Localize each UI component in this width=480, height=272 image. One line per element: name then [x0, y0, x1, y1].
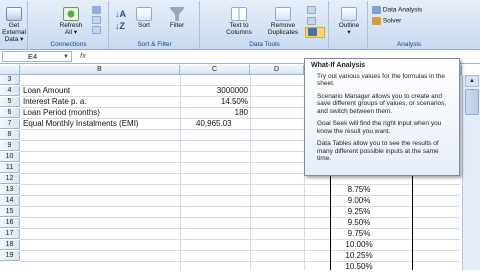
consolidate-icon — [307, 17, 316, 25]
sort-za-icon[interactable]: ↓Z — [115, 21, 125, 31]
data-analysis-icon — [372, 6, 381, 14]
ribbon: Get External Data ▾ Refresh All ▾ Connec… — [0, 0, 480, 50]
get-external-data-button[interactable]: Get External Data ▾ — [1, 7, 27, 43]
select-all-corner[interactable] — [0, 65, 20, 75]
cell-emi-value[interactable]: 40,965.03 — [196, 119, 232, 129]
cell-rate[interactable]: 10.25% — [306, 251, 412, 261]
database-icon — [6, 7, 22, 21]
cell-rate[interactable]: 9.75% — [306, 229, 412, 239]
refresh-icon — [63, 7, 79, 21]
cell-loan-amount-value[interactable]: 3000000 — [180, 86, 248, 96]
outline-icon — [341, 7, 357, 21]
cell-loan-period-value[interactable]: 180 — [180, 108, 248, 118]
row-header[interactable]: 11 — [0, 163, 20, 173]
tooltip-paragraph: Try out various values for the formulas … — [317, 72, 446, 88]
row-header[interactable]: 10 — [0, 152, 20, 162]
connections-icon — [92, 6, 101, 14]
tooltip-paragraph: Data Tables allow you to see the results… — [317, 140, 439, 162]
outline-group: Outline ▾ — [330, 1, 368, 49]
cell-emi-label[interactable]: Equal Monthly Instalments (EMI) — [23, 119, 139, 129]
row-header[interactable]: 3 — [0, 75, 20, 85]
column-header-d[interactable]: D — [250, 65, 304, 75]
text-to-columns-icon — [231, 7, 247, 21]
outline-button[interactable]: Outline ▾ — [334, 7, 364, 36]
name-box[interactable]: E4 ▼ — [2, 51, 72, 62]
sort-filter-group-label: Sort & Filter — [137, 41, 172, 48]
cell-rate[interactable]: 10.00% — [306, 240, 412, 250]
row-header[interactable]: 17 — [0, 229, 20, 239]
sort-icon — [136, 7, 152, 21]
fx-icon[interactable]: fx — [80, 51, 86, 60]
analysis-group: Data Analysis Solver Analysis — [369, 1, 449, 49]
row-header[interactable]: 5 — [0, 97, 20, 107]
data-validation-small-button[interactable] — [307, 6, 316, 14]
data-tools-group: Text to Columns Remove Duplicates Data T… — [201, 1, 329, 49]
sort-az-icon[interactable]: ↓A — [115, 9, 126, 19]
data-validation-icon — [307, 6, 316, 14]
chevron-down-icon[interactable]: ▼ — [63, 52, 69, 62]
analysis-group-label: Analysis — [396, 41, 422, 48]
sort-filter-group: ↓A ↓Z Sort Filter Sort & Filter — [110, 1, 200, 49]
row-header[interactable]: 6 — [0, 108, 20, 118]
what-if-analysis-icon — [308, 28, 317, 36]
cell-rate[interactable]: 9.25% — [306, 207, 412, 217]
consolidate-small-button[interactable] — [307, 17, 316, 25]
cell-loan-amount-label[interactable]: Loan Amount — [23, 86, 70, 96]
remove-duplicates-button[interactable]: Remove Duplicates — [263, 7, 303, 36]
cell-rate[interactable]: 10.50% — [306, 262, 412, 272]
row-header[interactable]: 15 — [0, 207, 20, 217]
row-header[interactable]: 18 — [0, 240, 20, 250]
row-header[interactable]: 8 — [0, 130, 20, 140]
connections-group-label: Connections — [50, 41, 87, 48]
cell-rate[interactable]: 8.75% — [306, 185, 412, 195]
edit-links-small-button[interactable] — [92, 26, 101, 34]
what-if-analysis-button[interactable] — [305, 27, 325, 38]
column-header-c[interactable]: C — [180, 65, 250, 75]
row-header[interactable]: 19 — [0, 251, 20, 261]
row-header[interactable]: 7 — [0, 119, 20, 129]
get-external-data-group: Get External Data ▾ — [0, 1, 28, 49]
filter-button[interactable]: Filter — [165, 7, 189, 29]
row-header[interactable]: 13 — [0, 185, 20, 195]
cell-rate[interactable]: 9.00% — [306, 196, 412, 206]
column-header-b[interactable]: B — [20, 65, 180, 75]
connections-group: Refresh All ▾ Connections — [29, 1, 109, 49]
row-header[interactable]: 12 — [0, 174, 20, 184]
row-header[interactable]: 14 — [0, 196, 20, 206]
refresh-all-button[interactable]: Refresh All ▾ — [59, 7, 83, 36]
properties-icon — [92, 16, 101, 24]
solver-button[interactable]: Solver — [372, 17, 401, 25]
row-header[interactable]: 9 — [0, 141, 20, 151]
cell-loan-period-label[interactable]: Loan Period (months) — [23, 108, 100, 118]
scroll-up-icon[interactable]: ▲ — [465, 75, 479, 87]
connections-small-button[interactable] — [92, 6, 101, 14]
tooltip-title: What-If Analysis — [311, 62, 366, 69]
properties-small-button[interactable] — [92, 16, 101, 24]
vertical-scrollbar[interactable]: ▲ — [462, 75, 480, 270]
data-tools-group-label: Data Tools — [249, 41, 280, 48]
row-header[interactable]: 4 — [0, 86, 20, 96]
what-if-analysis-tooltip: What-If Analysis Try out various values … — [304, 58, 460, 176]
cell-rate[interactable]: 9.50% — [306, 218, 412, 228]
tooltip-paragraph: Goal Seek will find the right input when… — [317, 120, 442, 135]
row-header[interactable]: 16 — [0, 218, 20, 228]
tooltip-paragraph: Scenario Manager allows you to create an… — [317, 92, 447, 115]
filter-funnel-icon — [169, 7, 185, 21]
remove-duplicates-icon — [275, 7, 291, 21]
cell-interest-rate-value[interactable]: 14.50% — [180, 97, 248, 107]
scrollbar-thumb[interactable] — [465, 89, 479, 115]
solver-icon — [372, 17, 381, 25]
cell-interest-rate-label[interactable]: Interest Rate p. a. — [23, 97, 87, 107]
sort-button[interactable]: Sort — [132, 7, 156, 29]
edit-links-icon — [92, 26, 101, 34]
text-to-columns-button[interactable]: Text to Columns — [221, 7, 257, 36]
data-analysis-button[interactable]: Data Analysis — [372, 6, 422, 14]
